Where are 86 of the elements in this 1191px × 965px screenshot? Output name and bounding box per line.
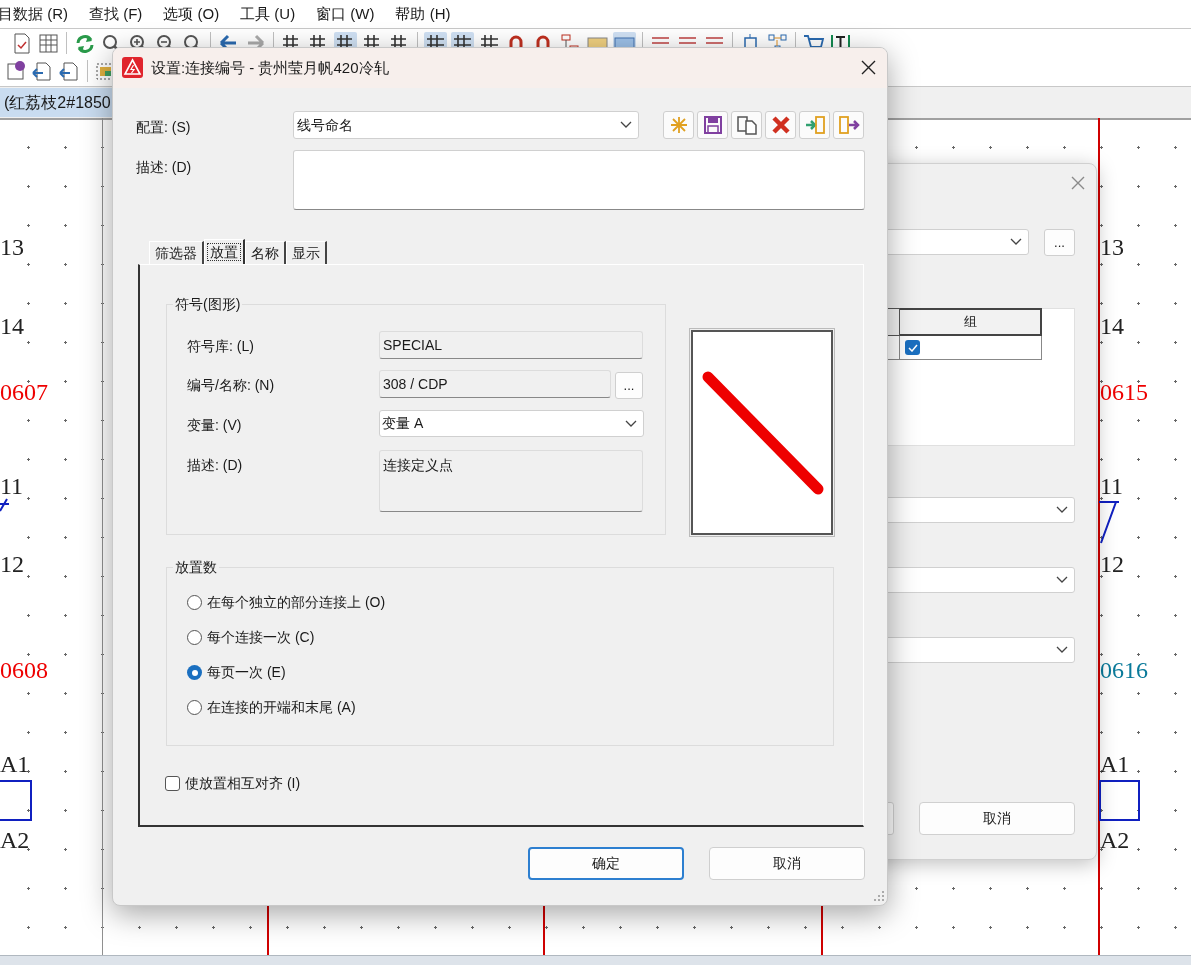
wire: [821, 905, 823, 955]
menu-item[interactable]: 查找 (F): [89, 2, 143, 26]
delete-cross-icon: [769, 114, 792, 136]
option-label[interactable]: 每个连接一次 (C): [207, 627, 315, 648]
group-title: 符号(图形): [173, 294, 243, 315]
option-label[interactable]: 在每个独立的部分连接上 (O): [207, 592, 386, 613]
chevron-down-icon: [1056, 646, 1068, 654]
chevron-down-icon: [1056, 576, 1068, 584]
chevron-down-icon: [620, 121, 632, 129]
wire-label: 13: [0, 235, 24, 259]
diagonal-line-icon: [700, 369, 826, 497]
cursor-icon[interactable]: [4, 59, 27, 83]
page-arrow-icon[interactable]: [31, 59, 54, 83]
export-icon: [837, 114, 860, 136]
description-field[interactable]: [293, 150, 865, 210]
contact-symbol: [1099, 500, 1120, 544]
resize-grip-icon[interactable]: [874, 891, 885, 902]
wire-label: 0616: [1100, 658, 1148, 682]
readonly-field: 连接定义点: [379, 450, 643, 512]
wire-label: 12: [1100, 552, 1124, 576]
window-title: 设置:连接编号 - 贵州莹月帆420冷轧: [151, 58, 389, 78]
column-header[interactable]: 组: [900, 308, 1042, 336]
table-icon[interactable]: [37, 31, 60, 55]
tab[interactable]: 名称: [245, 241, 286, 265]
ok-button[interactable]: 确定: [528, 847, 684, 880]
wire-label: 14: [0, 314, 24, 338]
document-tab[interactable]: (红荔枝2#1850: [0, 88, 112, 117]
wire-label: 12: [0, 552, 24, 576]
wire-label: 0608: [0, 658, 48, 682]
tab[interactable]: 显示: [286, 241, 327, 265]
coil-symbol: [1099, 780, 1140, 821]
readonly-field: SPECIAL: [379, 331, 643, 359]
option-label[interactable]: 在连接的开端和末尾 (A): [207, 697, 356, 718]
menu-item[interactable]: 帮助 (H): [395, 2, 451, 26]
menu-item[interactable]: 窗口 (W): [316, 2, 375, 26]
chevron-down-icon: [1056, 506, 1068, 514]
menu-item[interactable]: 工具 (U): [240, 2, 296, 26]
field-label: 变量: (V): [187, 416, 242, 435]
wire-label: 0615: [1100, 380, 1148, 404]
chevron-down-icon: [625, 419, 637, 428]
wire-label: 0607: [0, 380, 48, 404]
field-label: 配置: (S): [136, 118, 191, 137]
cancel-button[interactable]: 取消: [919, 802, 1075, 835]
warning-triangle-icon: [122, 57, 143, 78]
close-icon[interactable]: [861, 60, 876, 75]
contact-symbol: [0, 498, 9, 512]
wire-label: 11: [0, 474, 24, 498]
wire: [267, 905, 269, 955]
config-dropdown[interactable]: 线号命名: [293, 111, 639, 139]
wire-label: A2: [1100, 828, 1130, 852]
field-label: 编号/名称: (N): [187, 376, 275, 395]
copy-icon: [735, 114, 758, 136]
toolbar-button[interactable]: [697, 111, 728, 139]
checkbox-label[interactable]: 使放置相互对齐 (I): [185, 773, 301, 794]
field-label: 描述: (D): [187, 456, 243, 475]
coil-symbol: [0, 780, 32, 821]
wire-label: 11: [1100, 474, 1124, 498]
readonly-field: 308 / CDP: [379, 370, 611, 398]
wire-label: A2: [0, 828, 30, 852]
toolbar-button[interactable]: [799, 111, 830, 139]
field-label: 符号库: (L): [187, 337, 254, 356]
variant-dropdown[interactable]: 变量 A: [379, 410, 644, 437]
page-arrow-icon[interactable]: [58, 59, 81, 83]
browse-button[interactable]: ...: [1044, 229, 1075, 256]
tab[interactable]: 筛选器: [149, 241, 204, 265]
field-label: 描述: (D): [136, 158, 192, 177]
cancel-button[interactable]: 取消: [709, 847, 865, 880]
wire-label: 14: [1100, 314, 1124, 338]
chevron-down-icon: [1010, 238, 1022, 246]
menu-item[interactable]: 选项 (O): [163, 2, 220, 26]
save-icon: [701, 114, 724, 136]
import-icon: [803, 114, 826, 136]
toolbar-button[interactable]: [731, 111, 762, 139]
checkbox[interactable]: [165, 776, 180, 791]
group-title: 放置数: [173, 557, 219, 578]
wire: [543, 905, 545, 955]
wire-label: A1: [0, 752, 30, 776]
browse-button[interactable]: ...: [615, 372, 643, 399]
option-label[interactable]: 每页一次 (E): [207, 662, 286, 683]
wire-label: 13: [1100, 235, 1124, 259]
toolbar-button[interactable]: [833, 111, 864, 139]
toolbar-button[interactable]: [765, 111, 796, 139]
wire-label: A1: [1100, 752, 1130, 776]
checkbox[interactable]: [905, 340, 920, 355]
menu-item[interactable]: 目数据 (R): [0, 2, 68, 26]
tab[interactable]: 放置: [204, 239, 245, 265]
